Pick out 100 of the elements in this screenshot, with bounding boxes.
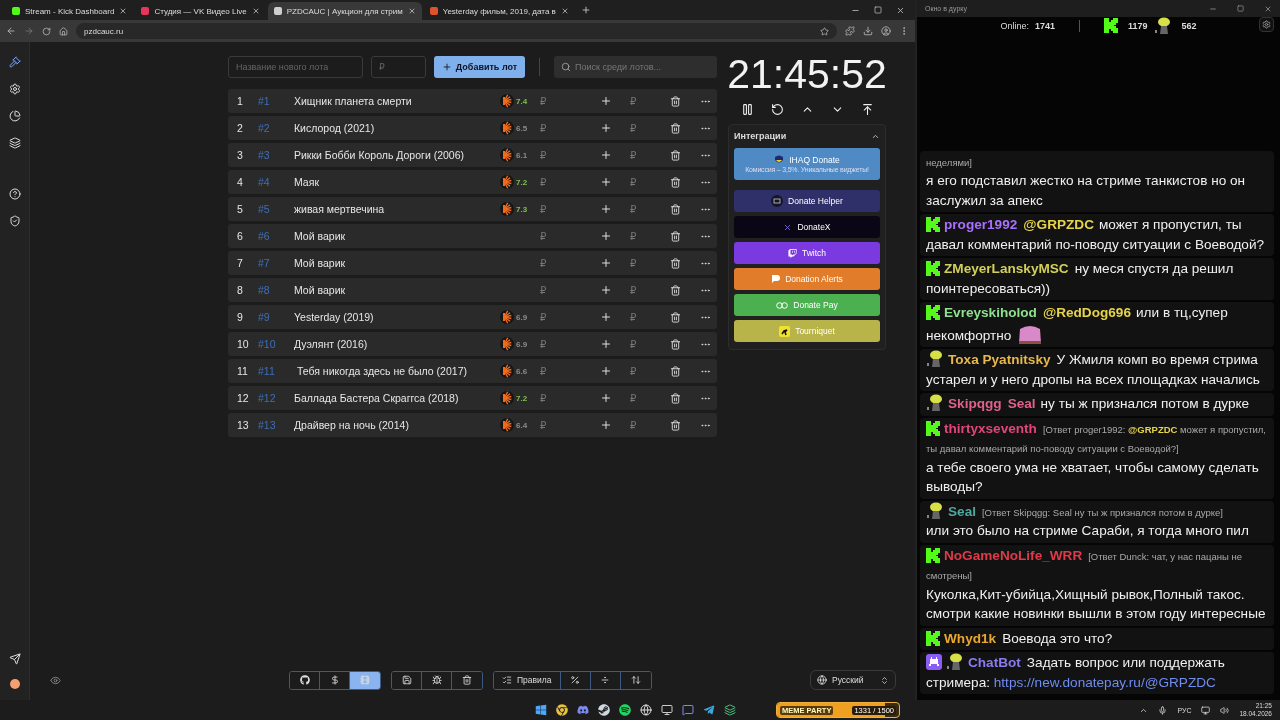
price-field[interactable]: ₽ [371,56,426,78]
trash-icon[interactable] [670,149,681,161]
trash-icon[interactable] [670,419,681,431]
close-icon[interactable] [1264,4,1272,13]
add-amount-field[interactable]: ₽ [630,122,660,134]
close-icon[interactable] [407,7,416,15]
add-icon[interactable] [600,365,612,377]
browser-tab[interactable]: Студия — VK Видео Live [135,2,266,20]
amount-field[interactable]: ₽ [540,176,570,188]
add-amount-field[interactable]: ₽ [630,95,660,107]
add-icon[interactable] [600,176,612,188]
username[interactable]: Toxa Pyatnitsky [948,352,1051,367]
username[interactable]: thirtyxseventh [944,420,1037,436]
add-amount-field[interactable]: ₽ [630,149,660,161]
download-icon[interactable] [863,26,873,36]
integration-button[interactable]: DonateX [734,216,880,238]
app-icon[interactable] [619,704,631,716]
add-amount-field[interactable]: ₽ [630,257,660,269]
add-icon[interactable] [600,95,612,107]
app-icon[interactable] [724,704,736,716]
browser-tab[interactable]: Stream - Kick Dashboard [6,2,134,20]
integration-button[interactable]: Donate Helper [734,190,880,212]
app-icon[interactable] [703,704,715,716]
amount-field[interactable]: ₽ [540,365,570,377]
close-icon[interactable] [251,7,260,15]
add-amount-field[interactable]: ₽ [630,338,660,350]
profile-icon[interactable] [881,26,891,36]
pause-icon[interactable] [740,103,754,116]
username[interactable]: Whyd1k [944,630,997,646]
trash-icon[interactable] [670,365,681,377]
trash-icon[interactable] [670,311,681,323]
add-icon[interactable] [600,419,612,431]
volume-icon[interactable] [1220,705,1230,715]
app-icon[interactable] [598,704,610,716]
add-icon[interactable] [600,203,612,215]
trash-icon[interactable] [670,392,681,404]
sidebar-item[interactable] [6,108,23,124]
star-icon[interactable] [820,26,829,36]
trash-icon[interactable] [670,257,681,269]
add-amount-field[interactable]: ₽ [630,284,660,296]
close-icon[interactable] [560,7,569,15]
close-icon[interactable] [896,5,905,15]
username[interactable]: Skipqgg [948,396,1002,411]
app-icon[interactable] [577,704,589,716]
eye-icon[interactable] [50,674,61,686]
search-field[interactable]: Поиск среди лотов... [554,56,717,78]
trash-icon[interactable] [670,122,681,134]
language-select[interactable]: Русский [810,670,896,690]
username[interactable]: ZMeyerLanskyMSC [944,261,1069,276]
username[interactable]: ChatBot [968,655,1021,670]
maximize-icon[interactable] [874,5,882,14]
send-icon[interactable] [6,651,23,667]
add-amount-field[interactable]: ₽ [630,203,660,215]
puzzle-icon[interactable] [845,26,855,36]
add-amount-field[interactable]: ₽ [630,365,660,377]
amount-field[interactable]: ₽ [540,230,570,242]
add-icon[interactable] [600,311,612,323]
new-tab-icon[interactable] [580,5,591,15]
reload-icon[interactable] [42,26,51,36]
username[interactable]: NoGameNoLife_WRR [944,547,1083,563]
maximize-icon[interactable] [1237,5,1244,12]
link[interactable]: https://new.donatepay.ru/@GRPZDC [993,674,1216,690]
mention[interactable]: Seal [1007,396,1036,411]
amount-field[interactable]: ₽ [540,419,570,431]
trash-icon[interactable] [670,95,681,107]
address-bar[interactable]: pzdcauc.ru [76,23,837,39]
mention[interactable]: @GRPZDC [1023,217,1094,232]
amount-field[interactable]: ₽ [540,149,570,161]
app-icon[interactable] [661,704,673,716]
browser-tab[interactable]: Yesterday фильм, 2019, дата в [423,2,575,20]
monitor-icon[interactable] [1201,705,1211,715]
lot-name-field[interactable]: Название нового лота [228,56,363,78]
sidebar-item[interactable] [6,54,23,70]
add-icon[interactable] [600,122,612,134]
add-amount-field[interactable]: ₽ [630,392,660,404]
amount-field[interactable]: ₽ [540,311,570,323]
add-icon[interactable] [600,230,612,242]
trash-icon[interactable] [670,176,681,188]
app-icon[interactable] [535,704,547,716]
add-lot-button[interactable]: Добавить лот [434,56,525,78]
sidebar-item[interactable] [6,135,23,151]
back-icon[interactable] [6,26,16,36]
trash-icon[interactable] [670,203,681,215]
amount-field[interactable]: ₽ [540,95,570,107]
app-icon[interactable] [682,704,694,716]
mention[interactable]: @RedDog696 [1042,305,1131,320]
add-amount-field[interactable]: ₽ [630,230,660,242]
amount-field[interactable]: ₽ [540,257,570,269]
username[interactable]: Evreyskiholod [944,305,1037,320]
amount-field[interactable]: ₽ [540,338,570,350]
add-icon[interactable] [600,392,612,404]
toolbar-button[interactable] [290,671,320,689]
add-icon[interactable] [600,149,612,161]
eject-icon[interactable] [860,103,874,116]
username[interactable]: Seal [948,503,976,519]
mic-icon[interactable] [1158,705,1168,715]
home-icon[interactable] [59,26,68,36]
reset-icon[interactable] [770,103,784,116]
add-amount-field[interactable]: ₽ [630,311,660,323]
settings-button[interactable] [1259,17,1274,32]
